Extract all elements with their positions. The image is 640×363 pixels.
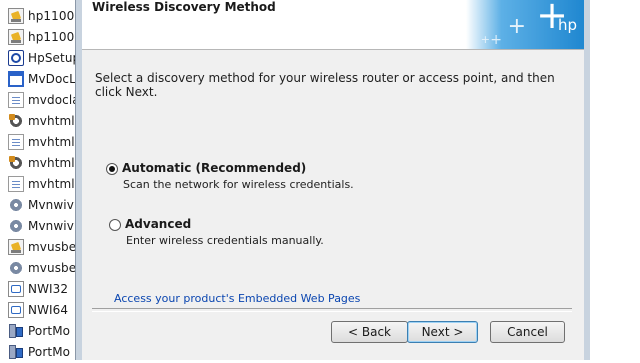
file-name: NWI64 (28, 303, 69, 317)
settings-file-icon (8, 197, 24, 213)
gear-app-icon (8, 155, 24, 171)
wireless-discovery-dialog: Wireless Discovery Method + + + + hp Sel… (75, 0, 590, 360)
option-advanced-label[interactable]: Advanced (125, 217, 191, 231)
hp-logo: hp (557, 16, 577, 34)
embedded-web-pages-link[interactable]: Access your product's Embedded Web Pages (114, 292, 360, 305)
radio-automatic[interactable] (106, 163, 118, 175)
file-name: mvhtml (28, 135, 75, 149)
file-name: mvusbe (28, 261, 77, 275)
option-automatic-description: Scan the network for wireless credential… (123, 178, 354, 191)
file-item[interactable]: mvhtml (0, 131, 78, 153)
file-item[interactable]: Mvnwiv (0, 194, 78, 216)
explorer-file-list: hp11003 hp11006 HpSetup MvDocL mvdocla m… (0, 0, 82, 360)
file-item[interactable]: PortMo (0, 320, 78, 342)
file-name: Mvnwiv (28, 198, 74, 212)
batch-file-icon (8, 8, 24, 24)
file-item[interactable]: mvhtml (0, 110, 78, 132)
dialog-title: Wireless Discovery Method (92, 0, 276, 14)
network-file-icon (8, 281, 24, 297)
plus-decoration-icon: + (490, 32, 502, 48)
file-item[interactable]: NWI32 (0, 278, 78, 300)
port-monitor-icon (8, 344, 24, 360)
file-name: NWI32 (28, 282, 69, 296)
footer-divider (92, 308, 572, 312)
settings-file-icon (8, 218, 24, 234)
dialog-header: Wireless Discovery Method + + + + hp (82, 0, 584, 50)
batch-file-icon (8, 239, 24, 255)
file-name: mvdocla (28, 93, 80, 107)
window-app-icon (8, 71, 24, 87)
file-name: mvhtml (28, 114, 75, 128)
file-item[interactable]: mvhtml (0, 152, 78, 174)
instruction-text: Select a discovery method for your wirel… (95, 71, 555, 99)
port-monitor-icon (8, 323, 24, 339)
file-item[interactable]: mvdocla (0, 89, 80, 111)
radio-advanced[interactable] (109, 219, 121, 231)
file-item[interactable]: NWI64 (0, 299, 78, 321)
settings-file-icon (8, 260, 24, 276)
gear-app-icon (8, 113, 24, 129)
file-name: mvusbe (28, 240, 77, 254)
file-name: mvhtml (28, 156, 75, 170)
option-advanced-description: Enter wireless credentials manually. (126, 234, 324, 247)
network-file-icon (8, 302, 24, 318)
back-button[interactable]: < Back (331, 321, 408, 343)
hp-banner: + + + + hp (466, 0, 584, 49)
next-button[interactable]: Next > (407, 321, 478, 343)
file-name: hp11006 (28, 30, 83, 44)
file-name: PortMo (28, 345, 71, 359)
document-icon (8, 92, 24, 108)
cancel-button[interactable]: Cancel (490, 321, 565, 343)
file-name: PortMo (28, 324, 71, 338)
setup-exe-icon (8, 50, 24, 66)
file-item[interactable]: MvDocL (0, 68, 78, 90)
dialog-body: Wireless Discovery Method + + + + hp Sel… (82, 0, 584, 360)
file-item[interactable]: mvusbe (0, 257, 78, 279)
file-item[interactable]: hp11003 (0, 5, 82, 27)
desktop-background (590, 0, 640, 360)
file-item[interactable]: mvusbe (0, 236, 78, 258)
plus-decoration-icon: + (507, 14, 526, 39)
document-icon (8, 134, 24, 150)
file-name: hp11003 (28, 9, 83, 23)
file-name: mvhtml (28, 177, 75, 191)
plus-decoration-icon: + (480, 33, 490, 46)
file-name: MvDocL (28, 72, 76, 86)
file-item[interactable]: HpSetup (0, 47, 81, 69)
batch-file-icon (8, 29, 24, 45)
file-name: Mvnwiv (28, 219, 74, 233)
file-item[interactable]: Mvnwiv (0, 215, 78, 237)
file-name: HpSetup (28, 51, 81, 65)
file-item[interactable]: hp11006 (0, 26, 82, 48)
file-item[interactable]: mvhtml (0, 173, 78, 195)
document-icon (8, 176, 24, 192)
option-automatic-label[interactable]: Automatic (Recommended) (122, 161, 306, 175)
